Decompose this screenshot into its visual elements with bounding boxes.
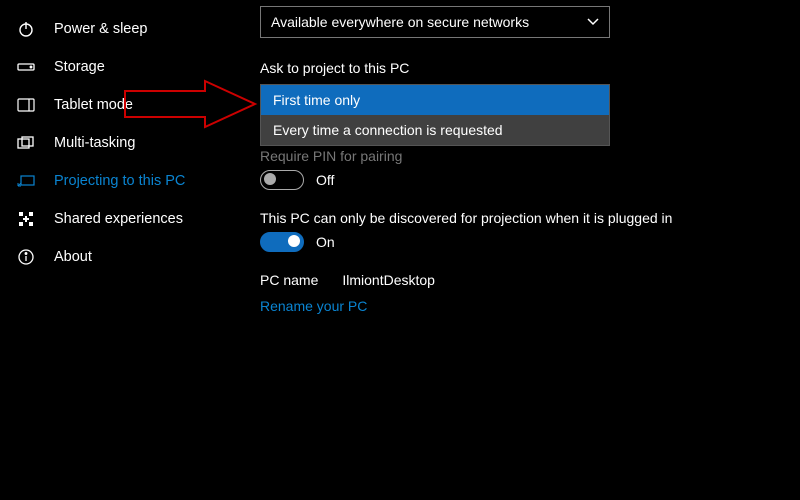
rename-pc-link[interactable]: Rename your PC xyxy=(260,298,367,314)
pc-name-value: IlmiontDesktop xyxy=(342,272,435,288)
pc-name-label: PC name xyxy=(260,272,318,288)
availability-dropdown[interactable]: Available everywhere on secure networks xyxy=(260,6,610,38)
tablet-icon xyxy=(16,95,36,115)
sidebar-item-label: Multi-tasking xyxy=(54,135,135,151)
discover-toggle[interactable] xyxy=(260,232,304,252)
settings-page: Power & sleep Storage Tablet mode Multi-… xyxy=(0,0,800,500)
ask-option-every-time[interactable]: Every time a connection is requested xyxy=(261,115,609,145)
sidebar-item-shared-experiences[interactable]: Shared experiences xyxy=(0,200,260,238)
require-pin-toggle[interactable] xyxy=(260,170,304,190)
sidebar-item-about[interactable]: About xyxy=(0,238,260,276)
chevron-down-icon xyxy=(587,18,599,26)
option-label: Every time a connection is requested xyxy=(273,122,503,138)
sidebar-item-projecting[interactable]: Projecting to this PC xyxy=(0,162,260,200)
sidebar: Power & sleep Storage Tablet mode Multi-… xyxy=(0,0,260,500)
sidebar-item-label: Tablet mode xyxy=(54,97,133,113)
shared-experiences-icon xyxy=(16,209,36,229)
sidebar-item-label: Storage xyxy=(54,59,105,75)
option-label: First time only xyxy=(273,92,360,108)
require-pin-toggle-state: Off xyxy=(316,172,334,188)
sidebar-item-label: Shared experiences xyxy=(54,211,183,227)
ask-to-project-dropdown-open[interactable]: First time only Every time a connection … xyxy=(260,84,610,146)
info-icon xyxy=(16,247,36,267)
require-pin-label: Require PIN for pairing xyxy=(260,148,800,164)
sidebar-item-storage[interactable]: Storage xyxy=(0,48,260,86)
require-pin-toggle-row: Off xyxy=(260,170,800,190)
pc-name-row: PC name IlmiontDesktop xyxy=(260,272,800,288)
ask-option-first-time[interactable]: First time only xyxy=(261,85,609,115)
sidebar-item-multitasking[interactable]: Multi-tasking xyxy=(0,124,260,162)
sidebar-item-label: About xyxy=(54,249,92,265)
sidebar-item-label: Power & sleep xyxy=(54,21,148,37)
discover-label: This PC can only be discovered for proje… xyxy=(260,210,800,226)
projecting-icon xyxy=(16,171,36,191)
sidebar-item-power-sleep[interactable]: Power & sleep xyxy=(0,10,260,48)
availability-value: Available everywhere on secure networks xyxy=(271,14,529,30)
main-content: Available everywhere on secure networks … xyxy=(260,0,800,500)
discover-toggle-state: On xyxy=(316,234,335,250)
ask-to-project-label: Ask to project to this PC xyxy=(260,60,800,76)
sidebar-item-tablet-mode[interactable]: Tablet mode xyxy=(0,86,260,124)
power-icon xyxy=(16,19,36,39)
multitasking-icon xyxy=(16,133,36,153)
sidebar-item-label: Projecting to this PC xyxy=(54,173,185,189)
discover-toggle-row: On xyxy=(260,232,800,252)
storage-icon xyxy=(16,57,36,77)
